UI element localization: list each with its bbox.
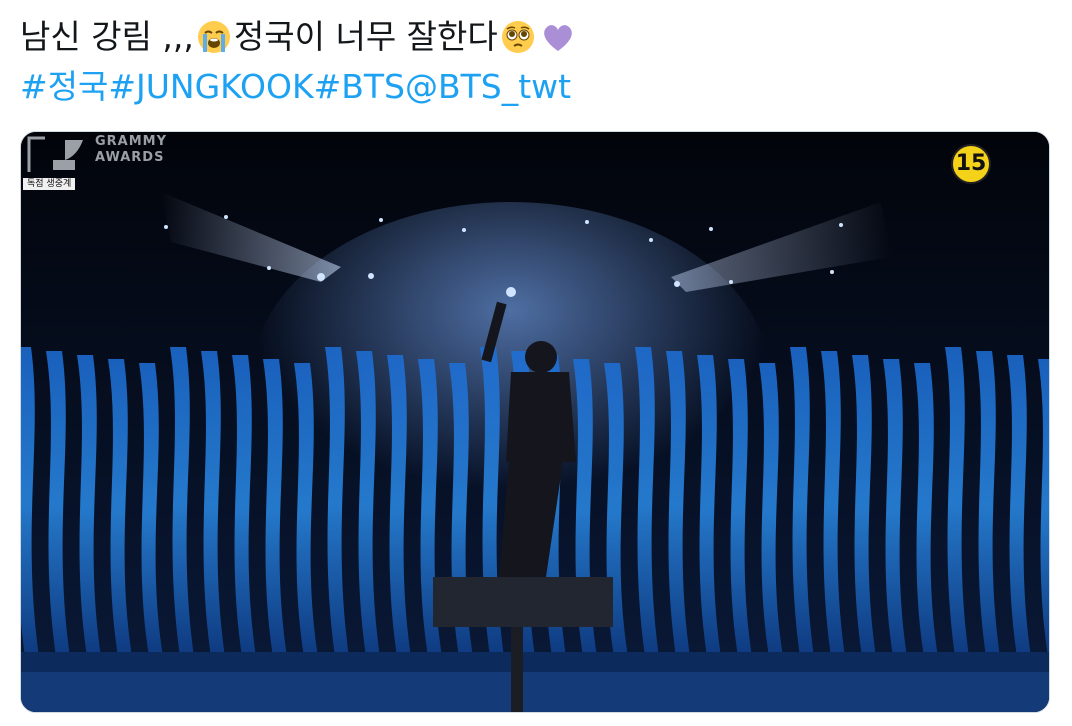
hashtag-link-jungkook[interactable]: #JUNGKOOK (108, 62, 313, 112)
tweet: 남신 강림 ,,, 정국이 너무 잘한다 #정국 #JUNGKOOK #BTS … (0, 0, 1072, 726)
age-rating-badge: 15 (951, 144, 991, 184)
purple-heart-icon (543, 25, 572, 51)
tweet-text: 남신 강림 ,,, 정국이 너무 잘한다 #정국 #JUNGKOOK #BTS … (20, 12, 578, 112)
tweet-text-line-1: 남신 강림 ,,, 정국이 너무 잘한다 (20, 12, 578, 62)
broadcast-badge: 독점 생중계 (23, 178, 76, 190)
loudly-crying-face-icon (197, 21, 230, 53)
hashtag-link-bts[interactable]: #BTS (314, 62, 405, 112)
tweet-text-line-2: #정국 #JUNGKOOK #BTS @BTS_twt (20, 62, 578, 112)
grammy-logo-line1: GRAMMY (95, 134, 168, 149)
mention-link-bts-twt[interactable]: @BTS_twt (405, 62, 571, 112)
tweet-text-part-1: 남신 강림 ,,, (20, 17, 194, 56)
grammy-awards-logo: GRAMMY AWARDS (25, 134, 195, 176)
tweet-text-part-2: 정국이 너무 잘한다 (233, 17, 498, 56)
stage-scene (21, 132, 1049, 712)
hashtag-link-jeongguk[interactable]: #정국 (20, 62, 108, 112)
pleading-face-icon (501, 21, 534, 53)
gramophone-icon (27, 136, 83, 172)
grammy-logo-line2: AWARDS (95, 150, 165, 165)
video-player[interactable]: GRAMMY AWARDS 독점 생중계 15 (20, 131, 1050, 713)
